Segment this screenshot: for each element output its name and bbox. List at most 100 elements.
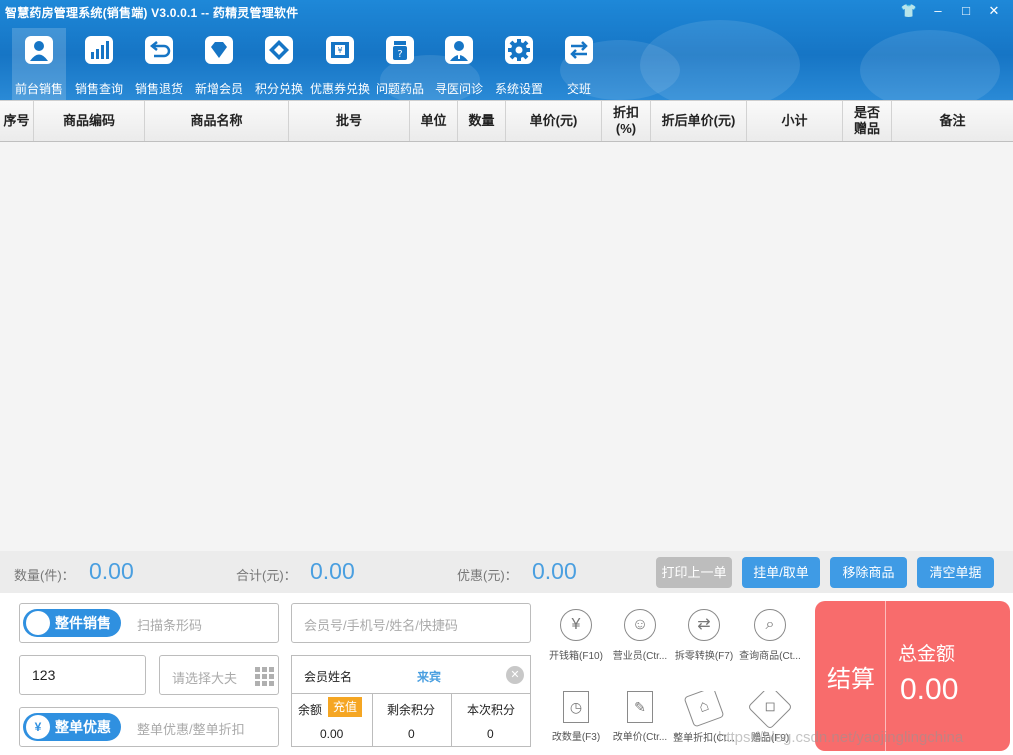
column-header-code[interactable]: 商品编码 [34,101,145,141]
window-title: 智慧药房管理系统(销售端) V3.0.0.1 -- 药精灵管理软件 [5,6,299,20]
order-discount-toggle[interactable]: ¥ 整单优惠 [23,713,121,741]
column-header-name[interactable]: 商品名称 [145,101,289,141]
yen-icon: ¥ [560,609,592,641]
tool-label: 交班 [566,82,591,96]
fkey-label: 营业员(Ctr... [612,651,668,662]
swap-arrows-icon [565,36,593,64]
tool-label: 问题药品 [375,82,424,96]
checkout-label: 结算 [827,666,875,693]
column-header-gift[interactable]: 是否 赠品 [843,101,892,141]
tool-label: 寻医问诊 [434,82,483,96]
remaining-points-label: 剩余积分 [387,703,436,717]
clear-order-button[interactable]: 清空单据 [917,557,994,588]
calendar-grid-icon[interactable] [254,666,274,689]
tool-front-sales[interactable]: 前台销售 [12,28,66,100]
doctor-select[interactable]: 请选择大夫 [159,655,279,695]
sum-value: 0.00 [310,558,355,584]
svg-text:¥: ¥ [337,46,342,55]
doctor-icon [445,36,473,64]
divider [292,693,530,694]
tool-label: 前台销售 [14,82,63,96]
change-price-button[interactable]: ✎ 改单价(Ctr... [608,691,672,743]
person-icon [25,36,53,64]
member-name-value: 来宾 [417,670,442,684]
discount-label: 优惠(元)： [457,568,518,583]
tool-label: 销售退货 [134,82,183,96]
column-header-remark[interactable]: 备注 [892,101,1013,141]
fkey-label: 开钱箱(F10) [549,651,603,662]
member-search-placeholder: 会员号/手机号/姓名/快捷码 [304,618,458,633]
salesperson-button[interactable]: ☺ 营业员(Ctr... [608,609,672,662]
balance-value: 0.00 [320,727,344,741]
print-last-button[interactable]: 打印上一单 [656,557,732,588]
fkey-label: 改数量(F3) [551,732,601,743]
tool-consult-doctor[interactable]: 寻医问诊 [432,28,486,100]
balance-label: 余额 [298,703,323,717]
entry-panel: 整件销售 扫描条形码 123 请选择大夫 ¥ 整单优惠 整单优惠/整单折扣 会员… [0,593,1013,755]
open-cash-drawer-button[interactable]: ¥ 开钱箱(F10) [544,609,608,662]
remove-item-button[interactable]: 移除商品 [830,557,907,588]
tool-points-exchange[interactable]: 积分兑换 [252,28,306,100]
member-name-label: 会员姓名 [304,670,353,684]
quantity-field[interactable]: 123 [19,655,146,695]
table-header: 序号 商品编码 商品名称 批号 单位 数量 单价(元) 折扣 (%) 折后单价(… [0,101,1013,142]
clear-member-icon[interactable]: ✕ [506,666,524,684]
split-convert-button[interactable]: ⇄ 拆零转换(F7) [672,609,736,662]
tool-problem-drugs[interactable]: ? 问题药品 [373,28,427,100]
order-discount-placeholder: 整单优惠/整单折扣 [137,722,245,737]
gear-icon [505,36,533,64]
doctor-placeholder: 请选择大夫 [172,671,238,686]
tool-system-settings[interactable]: 系统设置 [492,28,546,100]
fkey-label: 拆零转换(F7) [674,651,734,662]
close-icon[interactable]: ✕ [983,2,1005,20]
column-header-index[interactable]: 序号 [0,101,34,141]
column-header-unit[interactable]: 单位 [410,101,458,141]
totals-bar: 数量(件)： 0.00 合计(元)： 0.00 优惠(元)： 0.00 打印上一… [0,551,1013,593]
hold-order-button[interactable]: 挂单/取单 [742,557,820,588]
change-quantity-button[interactable]: ◷ 改数量(F3) [544,691,608,743]
maximize-icon[interactable]: □ [955,2,977,20]
yen-icon: ¥ [26,715,50,739]
total-amount-label: 总金额 [898,644,956,665]
barcode-field[interactable]: 整件销售 扫描条形码 [19,603,279,643]
tool-coupon-exchange[interactable]: ¥ 优惠券兑换 [309,28,371,100]
column-header-batch[interactable]: 批号 [289,101,410,141]
convert-icon: ⇄ [688,609,720,641]
column-header-price[interactable]: 单价(元) [506,101,602,141]
column-header-discounted-price[interactable]: 折后单价(元) [651,101,747,141]
order-discount-field[interactable]: ¥ 整单优惠 整单优惠/整单折扣 [19,707,279,747]
exchange-diamond-icon [265,36,293,64]
sales-grid[interactable]: 序号 商品编码 商品名称 批号 单位 数量 单价(元) 折扣 (%) 折后单价(… [0,100,1013,551]
remaining-points-value: 0 [408,727,415,741]
member-search-input[interactable]: 会员号/手机号/姓名/快捷码 [291,603,531,643]
minimize-icon[interactable]: – [927,2,949,20]
tool-sales-query[interactable]: 销售查询 [72,28,126,100]
return-arrow-icon [145,36,173,64]
quantity-label: 数量(件)： [14,568,75,583]
question-bottle-icon: ? [386,36,414,64]
column-header-discount[interactable]: 折扣 (%) [602,101,651,141]
barcode-placeholder: 扫描条形码 [137,618,203,633]
query-product-button[interactable]: ⌕ 查询商品(Ct... [738,609,802,662]
current-points-value: 0 [487,727,494,741]
fkey-label: 改单价(Ctr... [612,732,668,743]
tool-label: 系统设置 [494,82,543,96]
bar-chart-icon [85,36,113,64]
column-header-subtotal[interactable]: 小计 [747,101,843,141]
recharge-button[interactable]: 充值 [328,697,362,717]
coupon-icon: ¥ [326,36,354,64]
column-header-quantity[interactable]: 数量 [458,101,506,141]
divider [451,693,452,746]
divider [372,693,373,746]
fkey-label: 查询商品(Ct... [739,651,801,662]
tool-sales-return[interactable]: 销售退货 [132,28,186,100]
tool-label: 积分兑换 [254,82,303,96]
clock-doc-icon: ◷ [563,691,589,723]
tool-shift-handover[interactable]: 交班 [552,28,606,100]
tool-new-member[interactable]: 新增会员 [192,28,246,100]
total-amount-value: 0.00 [900,673,959,706]
magnifier-icon: ⌕ [754,609,786,641]
sale-mode-toggle[interactable]: 整件销售 [23,609,121,637]
quantity-input-value: 123 [32,667,56,683]
skin-icon[interactable]: 👕 [898,2,920,20]
